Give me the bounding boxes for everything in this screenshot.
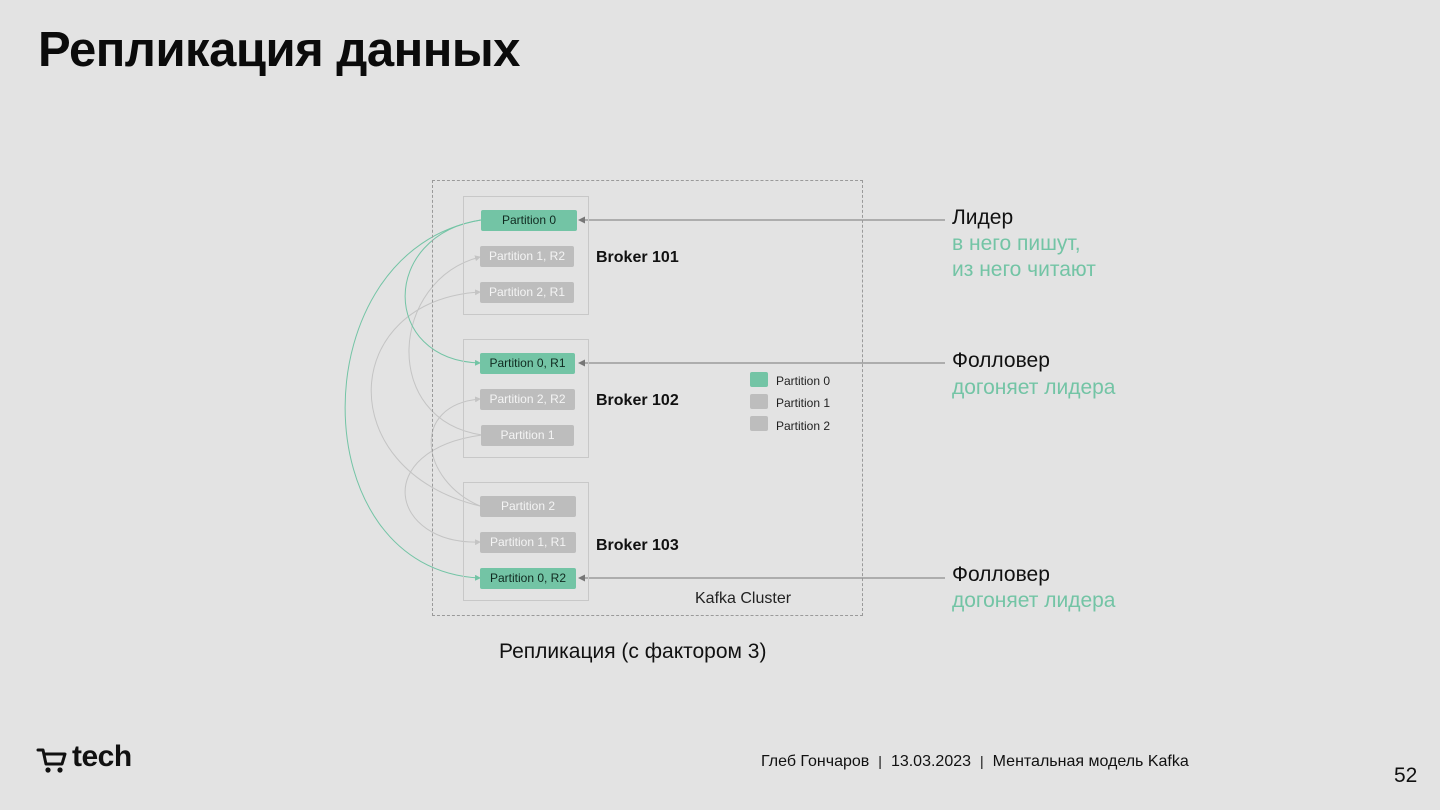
- broker-103-partition-1-r1: Partition 1, R1: [480, 532, 576, 553]
- broker-102-partition-0-r1: Partition 0, R1: [480, 353, 575, 374]
- footer-info: Глеб Гончаров | 13.03.2023 | Ментальная моде…: [761, 753, 1189, 771]
- broker-102-label: Broker 102: [596, 392, 679, 409]
- broker-101-partition-0: Partition 0: [481, 210, 577, 231]
- page-number: 52: [1394, 764, 1418, 787]
- broker-101-partition-1-r2: Partition 1, R2: [480, 246, 574, 267]
- footer-author: Глеб Гончаров: [761, 753, 870, 770]
- legend-label-partition-2: Partition 2: [776, 419, 831, 433]
- broker-102-partition-1: Partition 1: [481, 425, 574, 446]
- annotation-leader-title: Лидер: [952, 206, 1014, 229]
- broker-101-partition-2-r1: Partition 2, R1: [480, 282, 574, 303]
- cluster-label: Kafka Cluster: [695, 590, 792, 607]
- footer-topic: Ментальная модель Kafka: [992, 753, 1189, 770]
- footer-date: 13.03.2023: [890, 753, 972, 770]
- broker-103-partition-2: Partition 2: [480, 496, 576, 517]
- broker-103-partition-0-r2: Partition 0, R2: [480, 568, 576, 589]
- diagram-caption: Репликация (с фактором 3): [499, 640, 767, 663]
- footer-separator: |: [878, 753, 882, 769]
- broker-101-label: Broker 101: [596, 249, 679, 266]
- broker-103-label: Broker 103: [596, 537, 679, 554]
- legend-swatch-partition-0: [750, 372, 768, 387]
- legend-label-partition-0: Partition 0: [776, 374, 831, 388]
- annotation-follower-2-line: догоняет лидера: [952, 589, 1116, 612]
- legend-swatch-partition-1: [750, 394, 768, 409]
- footer-separator: |: [980, 753, 984, 769]
- annotation-leader-line-2: из него читают: [952, 258, 1096, 281]
- logo-text: tech: [72, 740, 132, 773]
- annotation-follower-1-title: Фолловер: [952, 349, 1050, 372]
- cart-icon: [36, 748, 67, 773]
- annotation-follower-1-line: догоняет лидера: [952, 376, 1116, 399]
- legend-label-partition-1: Partition 1: [776, 396, 831, 410]
- annotation-follower-2-title: Фолловер: [952, 563, 1050, 586]
- broker-102-partition-2-r2: Partition 2, R2: [480, 389, 575, 410]
- annotation-leader-line-1: в него пишут,: [952, 232, 1081, 255]
- legend-swatch-partition-2: [750, 416, 768, 431]
